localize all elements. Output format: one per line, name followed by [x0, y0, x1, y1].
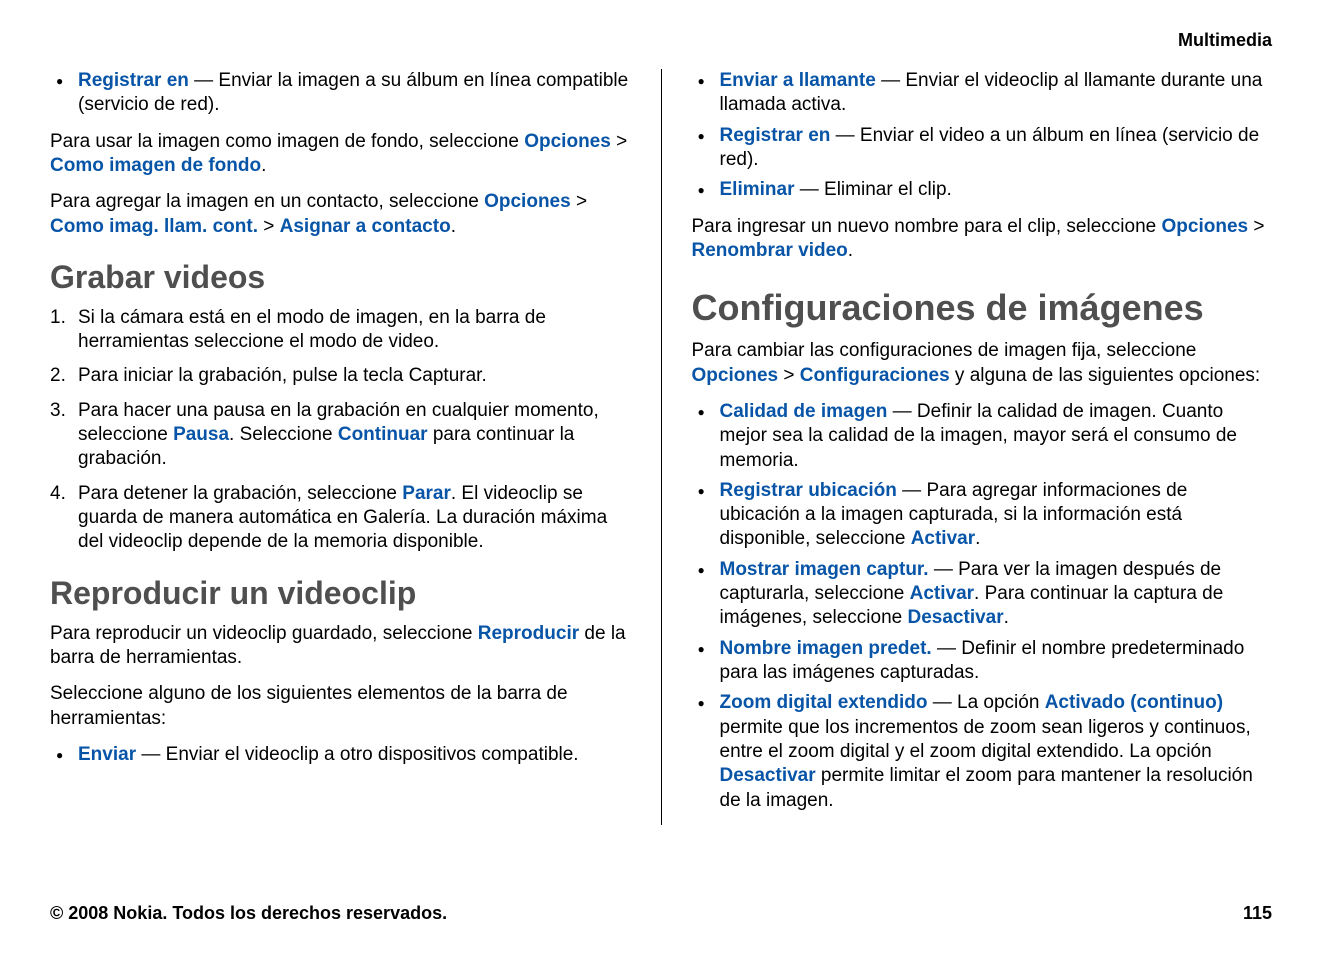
list-item: Registrar ubicación — Para agregar infor… — [692, 479, 1273, 552]
para-seleccione: Seleccione alguno de los siguientes elem… — [50, 682, 631, 731]
kw-asignar-contacto: Asignar a contacto — [280, 216, 451, 237]
kw-opciones: Opciones — [692, 365, 779, 386]
heading-reproducir: Reproducir un videoclip — [50, 573, 631, 614]
term-mostrar-imagen: Mostrar imagen captur. — [720, 559, 929, 580]
header-title: Multimedia — [1178, 30, 1272, 50]
list-item: Registrar en — Enviar la imagen a su álb… — [50, 69, 631, 118]
term-registrar-en: Registrar en — [720, 125, 831, 146]
desc: — Eliminar el clip. — [794, 179, 951, 200]
page-footer: © 2008 Nokia. Todos los derechos reserva… — [50, 903, 1272, 924]
page-number: 115 — [1243, 903, 1272, 924]
config-bullets: Calidad de imagen — Definir la calidad d… — [692, 400, 1273, 813]
kw-parar: Parar — [402, 483, 451, 504]
para-contacto: Para agregar la imagen en un contacto, s… — [50, 190, 631, 239]
list-item: Enviar — Enviar el videoclip a otro disp… — [50, 743, 631, 767]
desc: — Enviar el videoclip a otro dispositivo… — [136, 744, 578, 765]
list-item: Si la cámara está en el modo de imagen, … — [50, 306, 631, 355]
content-columns: Registrar en — Enviar la imagen a su álb… — [50, 69, 1272, 825]
term-eliminar: Eliminar — [720, 179, 795, 200]
para-reproducir: Para reproducir un videoclip guardado, s… — [50, 622, 631, 671]
para-config-intro: Para cambiar las configuraciones de imag… — [692, 339, 1273, 388]
kw-como-imagen-fondo: Como imagen de fondo — [50, 155, 261, 176]
term-zoom-digital: Zoom digital extendido — [720, 692, 928, 713]
list-item: Para iniciar la grabación, pulse la tecl… — [50, 364, 631, 388]
kw-activar: Activar — [911, 528, 975, 549]
para-fondo: Para usar la imagen como imagen de fondo… — [50, 130, 631, 179]
intro-bullet-list: Registrar en — Enviar la imagen a su álb… — [50, 69, 631, 118]
kw-desactivar: Desactivar — [908, 607, 1004, 628]
copyright: © 2008 Nokia. Todos los derechos reserva… — [50, 903, 447, 924]
list-item: Nombre imagen predet. — Definir el nombr… — [692, 637, 1273, 686]
steps-list: Si la cámara está en el modo de imagen, … — [50, 306, 631, 555]
kw-activar: Activar — [910, 583, 974, 604]
term-registrar-en: Registrar en — [78, 70, 189, 91]
para-renombrar: Para ingresar un nuevo nombre para el cl… — [692, 215, 1273, 264]
kw-configuraciones: Configuraciones — [800, 365, 950, 386]
kw-como-imag-llam: Como imag. llam. cont. — [50, 216, 258, 237]
kw-continuar: Continuar — [338, 424, 428, 445]
list-item: Para detener la grabación, seleccione Pa… — [50, 482, 631, 555]
kw-activado-continuo: Activado (continuo) — [1045, 692, 1223, 713]
term-enviar: Enviar — [78, 744, 136, 765]
list-item: Zoom digital extendido — La opción Activ… — [692, 691, 1273, 813]
term-enviar-llamante: Enviar a llamante — [720, 70, 876, 91]
term-nombre-imagen: Nombre imagen predet. — [720, 638, 932, 659]
list-item: Enviar a llamante — Enviar el videoclip … — [692, 69, 1273, 118]
list-item: Para hacer una pausa en la grabación en … — [50, 399, 631, 472]
right-column: Enviar a llamante — Enviar el videoclip … — [662, 69, 1273, 825]
kw-pausa: Pausa — [173, 424, 229, 445]
heading-configuraciones: Configuraciones de imágenes — [692, 285, 1273, 331]
kw-opciones: Opciones — [1162, 216, 1249, 237]
term-calidad-imagen: Calidad de imagen — [720, 401, 888, 422]
kw-opciones: Opciones — [484, 191, 571, 212]
toolbar-bullets-right: Enviar a llamante — Enviar el videoclip … — [692, 69, 1273, 203]
term-registrar-ubicacion: Registrar ubicación — [720, 480, 897, 501]
kw-desactivar: Desactivar — [720, 765, 816, 786]
list-item: Calidad de imagen — Definir la calidad d… — [692, 400, 1273, 473]
list-item: Registrar en — Enviar el video a un álbu… — [692, 124, 1273, 173]
toolbar-bullets-left: Enviar — Enviar el videoclip a otro disp… — [50, 743, 631, 767]
page-header: Multimedia — [50, 30, 1272, 51]
left-column: Registrar en — Enviar la imagen a su álb… — [50, 69, 662, 825]
kw-opciones: Opciones — [524, 131, 611, 152]
kw-renombrar-video: Renombrar video — [692, 240, 848, 261]
list-item: Eliminar — Eliminar el clip. — [692, 178, 1273, 202]
kw-reproducir: Reproducir — [478, 623, 579, 644]
heading-grabar-videos: Grabar videos — [50, 257, 631, 298]
list-item: Mostrar imagen captur. — Para ver la ima… — [692, 558, 1273, 631]
